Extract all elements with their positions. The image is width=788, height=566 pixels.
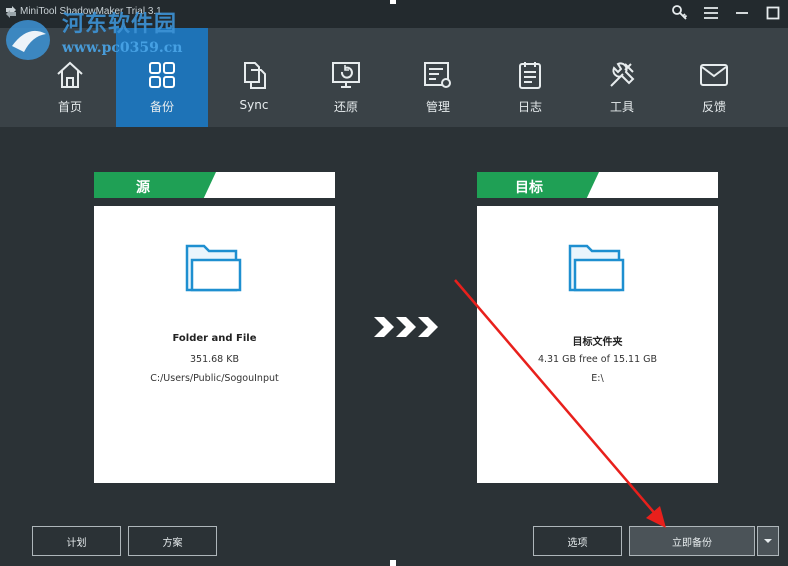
direction-arrows-icon bbox=[374, 317, 438, 337]
source-header-line bbox=[94, 198, 335, 206]
nav-label: 还原 bbox=[333, 100, 358, 114]
log-icon bbox=[515, 60, 545, 90]
nav-item-backup[interactable]: 备份 bbox=[116, 28, 208, 127]
maximize-icon[interactable] bbox=[757, 0, 788, 26]
source-size: 351.68 KB bbox=[189, 354, 239, 365]
home-icon bbox=[55, 60, 85, 90]
key-icon[interactable] bbox=[664, 0, 695, 26]
folder-icon bbox=[568, 244, 625, 292]
source-tab bbox=[94, 172, 216, 198]
nav-label: Sync bbox=[239, 98, 269, 112]
nav-label: 备份 bbox=[149, 100, 174, 114]
main-nav: 首页 备份 Sync 还原 管理 日志 工具 反馈 bbox=[0, 28, 788, 127]
destination-path: E:\ bbox=[591, 373, 604, 384]
nav-label: 管理 bbox=[425, 100, 450, 114]
nav-item-home[interactable]: 首页 bbox=[24, 28, 116, 127]
destination-title: 目标文件夹 bbox=[572, 337, 623, 348]
feedback-icon bbox=[699, 60, 729, 90]
source-title: Folder and File bbox=[172, 333, 257, 344]
window-title: MiniTool ShadowMaker Trial 3.1 bbox=[20, 6, 162, 17]
backup-now-button[interactable]: 立即备份 bbox=[629, 526, 755, 556]
nav-item-tools[interactable]: 工具 bbox=[576, 28, 668, 127]
restore-icon bbox=[331, 60, 361, 90]
nav-label: 日志 bbox=[517, 100, 542, 114]
backup-dropdown-button[interactable] bbox=[757, 526, 779, 556]
minimize-icon[interactable] bbox=[726, 0, 757, 26]
folder-icon bbox=[185, 244, 242, 292]
source-card-header: 源 bbox=[94, 172, 335, 206]
destination-card-header: 目标 bbox=[477, 172, 718, 206]
manage-icon bbox=[423, 60, 453, 90]
nav-item-manage[interactable]: 管理 bbox=[392, 28, 484, 127]
scheme-button[interactable]: 方案 bbox=[128, 526, 217, 556]
destination-free-space: 4.31 GB free of 15.11 GB bbox=[537, 354, 658, 365]
options-button[interactable]: 选项 bbox=[533, 526, 622, 556]
destination-header-label: 目标 bbox=[515, 180, 543, 196]
nav-label: 首页 bbox=[57, 100, 82, 114]
schedule-button[interactable]: 计划 bbox=[32, 526, 121, 556]
destination-header-line bbox=[477, 198, 718, 206]
destination-card[interactable]: 目标 目标文件夹 4.31 GB free of 15.11 GB E:\ bbox=[477, 172, 718, 483]
source-card[interactable]: 源 Folder and File 351.68 KB C:/Users/Pub… bbox=[94, 172, 335, 483]
nav-item-restore[interactable]: 还原 bbox=[300, 28, 392, 127]
menu-icon[interactable] bbox=[695, 0, 726, 26]
nav-item-log[interactable]: 日志 bbox=[484, 28, 576, 127]
nav-item-feedback[interactable]: 反馈 bbox=[668, 28, 760, 127]
chevron-down-icon bbox=[764, 539, 772, 543]
source-path: C:/Users/Public/SogouInput bbox=[150, 373, 279, 384]
nav-label: 反馈 bbox=[701, 100, 726, 114]
backup-icon bbox=[147, 60, 177, 90]
edge-marker bbox=[390, 560, 396, 566]
edge-marker bbox=[390, 0, 396, 4]
app-logo-icon bbox=[6, 6, 16, 18]
sync-icon bbox=[239, 60, 269, 90]
title-bar: MiniTool ShadowMaker Trial 3.1 bbox=[0, 0, 788, 28]
nav-item-sync[interactable]: Sync bbox=[208, 28, 300, 127]
source-header-label: 源 bbox=[136, 180, 150, 196]
tools-icon bbox=[607, 60, 637, 90]
nav-label: 工具 bbox=[609, 100, 634, 114]
